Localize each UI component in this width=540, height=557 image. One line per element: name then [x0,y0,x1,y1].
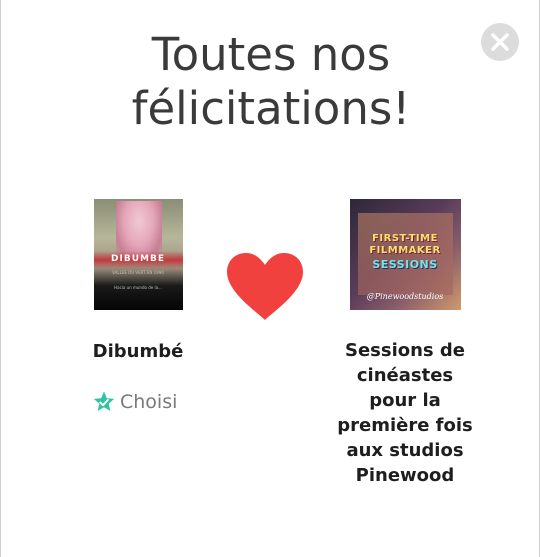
poster-title: DIBUMBE [111,254,165,264]
film-card-left: DIBUMBE VALLEE DU VERT EN 1990 Hacia un … [63,199,213,364]
chosen-label: Choisi [120,391,178,413]
poster-handle: @Pinewoodstudios [366,292,444,301]
page-title: Toutes nos félicitations! [1,28,540,136]
poster-tagline: VALLEE DU VERT EN 1990 [112,270,164,275]
poster-line-2: FILMMAKER [369,245,441,256]
film-title: Sessions de cinéastes pour la première f… [337,340,473,486]
star-check-icon [93,391,115,411]
title-line-1: Toutes nos [151,28,391,81]
film-card-right: FIRST-TIME FILMMAKER SESSIONS @Pinewoods… [331,199,479,488]
film-poster[interactable]: DIBUMBE VALLEE DU VERT EN 1990 Hacia un … [93,199,183,310]
poster-footer: Hacia un mundo de la... [114,285,162,290]
congratulations-modal: Toutes nos félicitations! DIBUMBE VALLEE… [0,0,540,557]
film-title: Dibumbé [92,341,184,362]
film-poster[interactable]: FIRST-TIME FILMMAKER SESSIONS @Pinewoods… [349,199,461,310]
chosen-status: Choisi [92,389,177,415]
poster-line-1: FIRST-TIME [372,233,438,244]
poster-line-3: SESSIONS [372,258,438,271]
heart-icon [227,253,303,320]
title-line-2: félicitations! [131,82,411,135]
